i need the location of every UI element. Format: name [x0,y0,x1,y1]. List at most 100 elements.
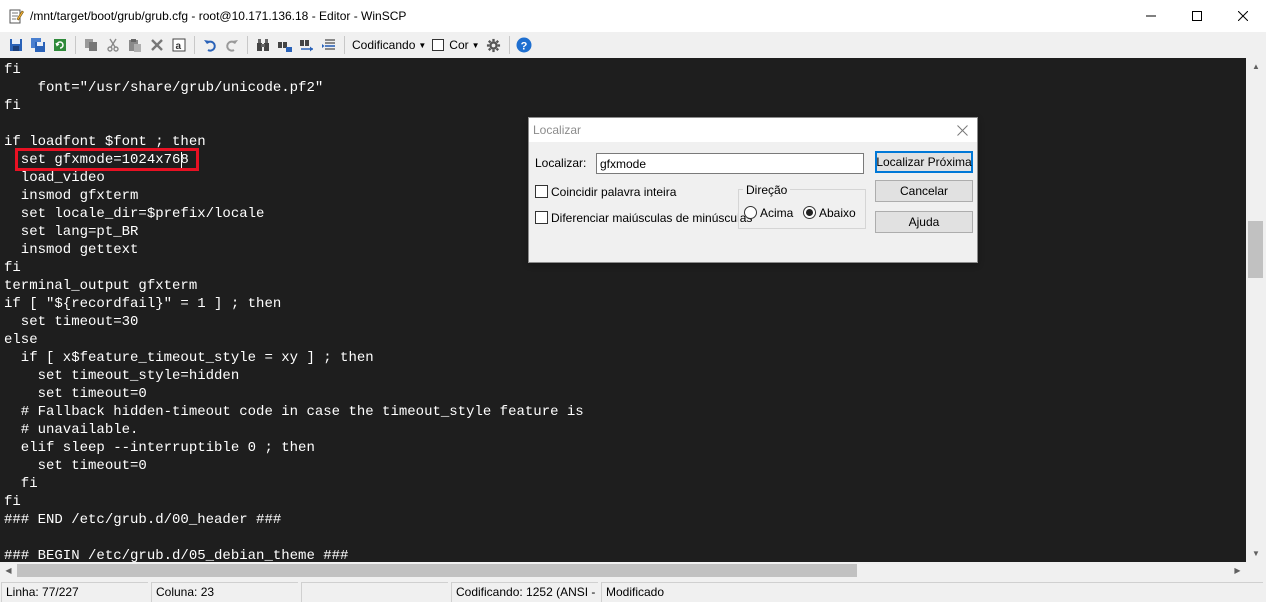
redo-icon [225,40,238,52]
whole-word-checkbox[interactable] [535,185,548,198]
replace-button[interactable] [274,35,295,55]
save-all-button[interactable] [27,35,48,55]
encoding-dropdown[interactable]: Codificando ▼ [349,35,429,55]
go-to-line-button[interactable] [318,35,339,55]
code-line[interactable]: # unavailable. [4,421,139,439]
direction-down-radio[interactable] [803,206,816,219]
code-line[interactable]: insmod gfxterm [4,187,139,205]
find-next-icon [299,40,313,52]
text-cursor [181,152,182,168]
code-line[interactable]: if [ "${recordfail}" = 1 ] ; then [4,295,281,313]
color-label: Cor [449,38,469,52]
code-line[interactable]: set timeout=30 [4,313,139,331]
direction-down-label[interactable]: Abaixo [819,206,856,220]
close-icon [1238,11,1248,21]
status-encoding: Codificando: 1252 (ANSI - [451,582,598,602]
scroll-left-arrow-icon[interactable]: ◀ [0,562,17,579]
code-line[interactable]: ### BEGIN /etc/grub.d/05_debian_theme ##… [4,547,348,562]
undo-button[interactable] [199,35,220,55]
svg-text:a: a [175,41,181,52]
find-dialog-close-button[interactable] [953,121,971,139]
status-empty-cell [301,582,448,602]
close-window-button[interactable] [1220,0,1266,32]
whole-word-label[interactable]: Coincidir palavra inteira [551,185,676,199]
color-checkbox[interactable] [432,39,445,51]
find-next-button[interactable] [296,35,317,55]
find-dialog-title: Localizar [533,123,582,137]
minimize-button[interactable] [1128,0,1174,32]
code-line[interactable]: ### END /etc/grub.d/00_header ### [4,511,281,529]
code-line[interactable]: terminal_output gfxterm [4,277,197,295]
help-button[interactable]: ? [514,35,535,55]
preferences-button[interactable] [483,35,504,55]
vertical-scroll-thumb[interactable] [1248,221,1263,278]
toolbar-separator [344,36,345,54]
select-all-button[interactable]: a [168,35,189,55]
caret-down-icon: ▼ [418,40,427,50]
code-line[interactable]: insmod gettext [4,241,139,259]
delete-button[interactable] [146,35,167,55]
copy-icon [84,39,97,51]
scroll-up-arrow-icon[interactable]: ▲ [1246,58,1266,75]
paste-icon [128,39,141,52]
vertical-scrollbar[interactable]: ▲ ▼ [1246,58,1266,562]
scroll-right-arrow-icon[interactable]: ▶ [1229,562,1246,579]
match-case-checkbox[interactable] [535,211,548,224]
editor-notepad-icon [9,9,24,24]
find-button[interactable] [252,35,273,55]
copy-button[interactable] [80,35,101,55]
find-label: Localizar: [535,156,587,170]
reload-button[interactable] [49,35,70,55]
toolbar-separator [508,36,510,54]
direction-up-radio[interactable] [744,206,757,219]
find-next-dialog-button[interactable]: Localizar Próxima [875,151,973,173]
code-line[interactable]: fi [4,97,21,115]
code-line[interactable]: set locale_dir=$prefix/locale [4,205,265,223]
highlight-annotation-box [15,148,199,171]
match-case-label[interactable]: Diferenciar maiúsculas de minúsculas [551,211,752,225]
close-icon [956,124,968,136]
code-line[interactable]: fi [4,493,21,511]
maximize-button[interactable] [1174,0,1220,32]
status-modified: Modificado [601,582,1263,602]
horizontal-scrollbar[interactable]: ◀ ▶ [0,562,1246,579]
binoculars-icon [256,39,269,51]
find-dialog: Localizar Localizar: Coincidir palavra i… [528,117,978,263]
find-input[interactable] [596,153,864,174]
minimize-icon [1146,15,1156,17]
code-line[interactable]: set timeout=0 [4,457,147,475]
gear-icon [486,38,500,52]
window-controls [1128,0,1266,32]
code-line[interactable]: # Fallback hidden-timeout code in case t… [4,403,584,421]
horizontal-scroll-thumb[interactable] [17,564,857,577]
code-line[interactable]: font="/usr/share/grub/unicode.pf2" [4,79,324,97]
code-line[interactable]: elif sleep --interruptible 0 ; then [4,439,315,457]
cut-button[interactable] [102,35,123,55]
toolbar-separator [75,36,76,54]
color-dropdown[interactable]: Cor ▼ [429,35,482,55]
code-line[interactable]: if [ x$feature_timeout_style = xy ] ; th… [4,349,374,367]
caret-down-icon: ▼ [471,40,480,50]
scroll-down-arrow-icon[interactable]: ▼ [1246,545,1266,562]
direction-group-title: Direção [743,183,791,197]
help-dialog-button[interactable]: Ajuda [875,211,973,233]
code-line[interactable]: load_video [4,169,105,187]
code-line[interactable]: set timeout=0 [4,385,147,403]
code-line[interactable]: fi [4,61,21,79]
reload-icon [53,39,66,51]
code-line[interactable]: fi [4,259,21,277]
code-line[interactable]: else [4,331,38,349]
save-icon [9,39,22,51]
direction-up-label[interactable]: Acima [760,206,793,220]
redo-button[interactable] [221,35,242,55]
code-line[interactable]: set lang=pt_BR [4,223,139,241]
code-line[interactable]: fi [4,475,38,493]
window-title: /mnt/target/boot/grub/grub.cfg - root@10… [30,9,407,23]
cancel-button[interactable]: Cancelar [875,180,973,202]
toolbar-separator [247,36,248,54]
paste-button[interactable] [124,35,145,55]
save-button[interactable] [5,35,26,55]
select-all-icon: a [172,38,185,52]
code-line[interactable]: set timeout_style=hidden [4,367,240,385]
help-question-icon: ? [516,37,532,53]
